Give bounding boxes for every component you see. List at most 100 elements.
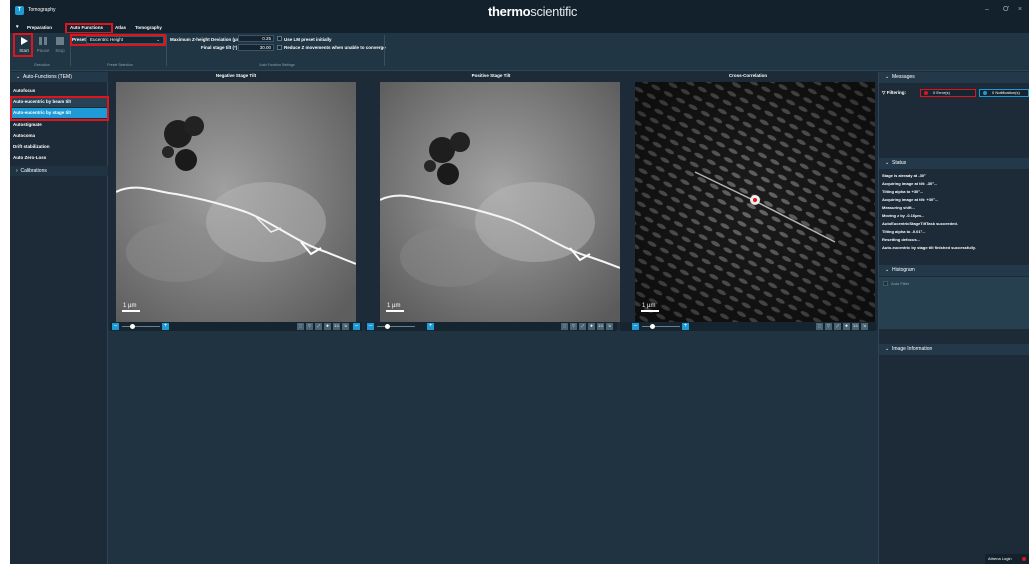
export-icon[interactable]: ⇲ (606, 323, 613, 330)
use-lm-checkbox[interactable] (277, 36, 282, 41)
ribbon-separator (166, 35, 167, 66)
image-info-header[interactable]: ⌄ Image Information (879, 344, 1029, 355)
close-button[interactable]: × (1018, 6, 1022, 13)
auto-functions-header[interactable]: ⌄ Auto-Functions (TEM) (10, 72, 108, 82)
crop-icon[interactable]: ⬚ (297, 323, 304, 330)
filter-icon[interactable]: ▽ (570, 323, 577, 330)
calibrations-header[interactable]: › Calibrations (10, 166, 108, 176)
scale-bar-label: 1 µm (123, 303, 136, 309)
zoom-slider-track[interactable] (377, 326, 415, 327)
fit-icon[interactable]: ⤢ (579, 323, 586, 330)
panel-title-cross-correlation: Cross-Correlation (620, 72, 876, 80)
pause-icon (39, 37, 47, 45)
app-window: T Tomography thermoscientific – Ơ × ▾ Pr… (10, 0, 1029, 564)
zoom-in-button[interactable]: + (427, 323, 434, 330)
settings-group-label: Auto Function Settings (259, 63, 295, 67)
chevron-down-icon: ⌄ (16, 74, 21, 80)
reduce-z-checkbox[interactable] (277, 45, 282, 50)
filtering-label: ▽ Filtering: (882, 90, 906, 95)
menu-preparation[interactable]: Preparation (27, 25, 52, 30)
auto-functions-panel: ⌄ Auto-Functions (TEM) Autofocus Auto-eu… (10, 72, 108, 564)
highlight-preset-select (70, 34, 166, 46)
status-line: Resetting defocus... (882, 237, 921, 242)
status-line: Acquiring image at tilt: -30°... (882, 181, 938, 186)
zoom-in-icon[interactable]: ✚ (588, 323, 595, 330)
status-line: Tilting alpha to +30°... (882, 189, 924, 194)
chevron-down-icon: ⌄ (885, 160, 890, 166)
menu-collapse-icon[interactable]: ▾ (16, 24, 19, 30)
final-tilt-input[interactable]: 30.00 (238, 44, 274, 51)
zoom-out-button[interactable]: – (632, 323, 639, 330)
ribbon-separator (384, 35, 385, 66)
fit-icon[interactable]: ⤢ (315, 323, 322, 330)
status-line: Measuring shift... (882, 205, 915, 210)
status-line: Stage is already at -30° (882, 173, 926, 178)
max-z-label: Maximum Z-height Deviation (µm) (170, 37, 243, 42)
chevron-down-icon: ⌄ (885, 267, 890, 273)
highlight-auto-eucentric-items (10, 96, 109, 121)
zoom-in-icon[interactable]: ✚ (843, 323, 850, 330)
messages-header[interactable]: ⌄ Messages (879, 72, 1029, 83)
brand-logo: thermoscientific (488, 4, 578, 19)
list-item-drift-stabilization[interactable]: Drift stabilization (10, 142, 108, 152)
right-panel: ⌄ Messages ▽ Filtering: 0 Error(s) 0 Not… (878, 72, 1029, 564)
fit-icon[interactable]: ⤢ (834, 323, 841, 330)
chevron-right-icon: › (16, 168, 18, 174)
menu-tomography[interactable]: Tomography (135, 25, 162, 30)
filter-icon: ▽ (882, 90, 886, 95)
status-line: Auto-eucentric by stage tilt finished su… (882, 245, 976, 250)
pause-button[interactable]: Pause (34, 36, 52, 53)
maximize-button[interactable]: Ơ (1003, 6, 1009, 13)
chevron-down-icon: ⌄ (885, 74, 890, 80)
notifications-badge[interactable]: 0 Notification(s) (979, 89, 1029, 97)
zoom-out-button[interactable]: – (112, 323, 119, 330)
histogram-header[interactable]: ⌄ Histogram (879, 265, 1029, 276)
status-header[interactable]: ⌄ Status (879, 158, 1029, 169)
filter-icon[interactable]: ▽ (825, 323, 832, 330)
zoom-in-button[interactable]: + (162, 323, 169, 330)
scale-bar-label: 1 µm (387, 303, 400, 309)
athena-login-button[interactable]: Athena Login (985, 554, 1029, 564)
status-dot-icon (1022, 557, 1026, 561)
crop-icon[interactable]: ⬚ (816, 323, 823, 330)
status-line: AutoEucentricStageTiltTask succeeded. (882, 221, 958, 226)
menu-atlas[interactable]: Atlas (115, 25, 126, 30)
errors-badge[interactable]: 0 Error(s) (920, 89, 976, 97)
status-line: Moving z by -0.16µm... (882, 213, 925, 218)
cross-correlation-image[interactable]: 1 µm (635, 82, 875, 322)
zoom-in-icon[interactable]: ✚ (324, 323, 331, 330)
zoom-slider-knob[interactable] (650, 324, 655, 329)
one-to-one-icon[interactable]: 1:1 (333, 323, 340, 330)
list-item-auto-zero-loss[interactable]: Auto Zero-Loss (10, 153, 108, 163)
auto-filter-checkbox[interactable] (883, 281, 888, 286)
filter-icon[interactable]: ▽ (306, 323, 313, 330)
zoom-slider-track[interactable] (122, 326, 160, 327)
chevron-down-icon: ⌄ (885, 346, 890, 352)
negative-tilt-image[interactable]: 1 µm (116, 82, 356, 322)
zoom-slider-knob[interactable] (385, 324, 390, 329)
preset-selection-group-label: Preset Selection (107, 63, 133, 67)
list-item-autostigmate[interactable]: Autostigmate (10, 120, 108, 130)
zoom-out-button[interactable]: – (367, 323, 374, 330)
list-item-autofocus[interactable]: Autofocus (10, 86, 108, 96)
zoom-slider-track[interactable] (642, 326, 680, 327)
histogram-area[interactable]: Auto Filter (879, 277, 1029, 329)
zoom-out-button[interactable]: – (353, 323, 360, 330)
export-icon[interactable]: ⇲ (342, 323, 349, 330)
app-logo-icon: T (15, 6, 24, 15)
window-title: Tomography (28, 7, 56, 13)
zoom-in-button[interactable]: + (682, 323, 689, 330)
scale-bar-label: 1 µm (642, 303, 655, 309)
crop-icon[interactable]: ⬚ (561, 323, 568, 330)
one-to-one-icon[interactable]: 1:1 (852, 323, 859, 330)
one-to-one-icon[interactable]: 1:1 (597, 323, 604, 330)
panel-title-negative: Negative Stage Tilt (110, 72, 362, 80)
stop-button[interactable]: Stop (51, 36, 69, 53)
minimize-button[interactable]: – (985, 6, 989, 13)
zoom-slider-knob[interactable] (130, 324, 135, 329)
max-z-input[interactable]: 0.25 (238, 35, 274, 42)
panel-title-positive: Positive Stage Tilt (365, 72, 617, 80)
export-icon[interactable]: ⇲ (861, 323, 868, 330)
list-item-autocoma[interactable]: Autocoma (10, 131, 108, 141)
positive-tilt-image[interactable]: 1 µm (380, 82, 620, 322)
